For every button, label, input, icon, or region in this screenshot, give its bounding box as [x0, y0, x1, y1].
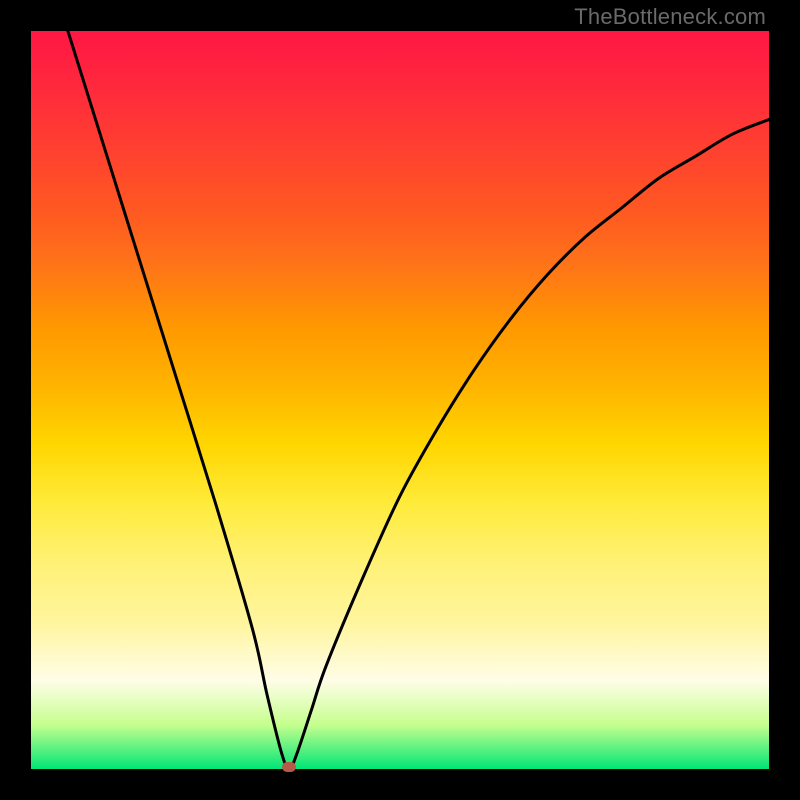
watermark-text: TheBottleneck.com — [574, 4, 766, 30]
optimal-point-marker — [282, 762, 296, 772]
bottleneck-curve — [31, 31, 769, 769]
chart-frame: TheBottleneck.com — [0, 0, 800, 800]
plot-area — [31, 31, 769, 769]
